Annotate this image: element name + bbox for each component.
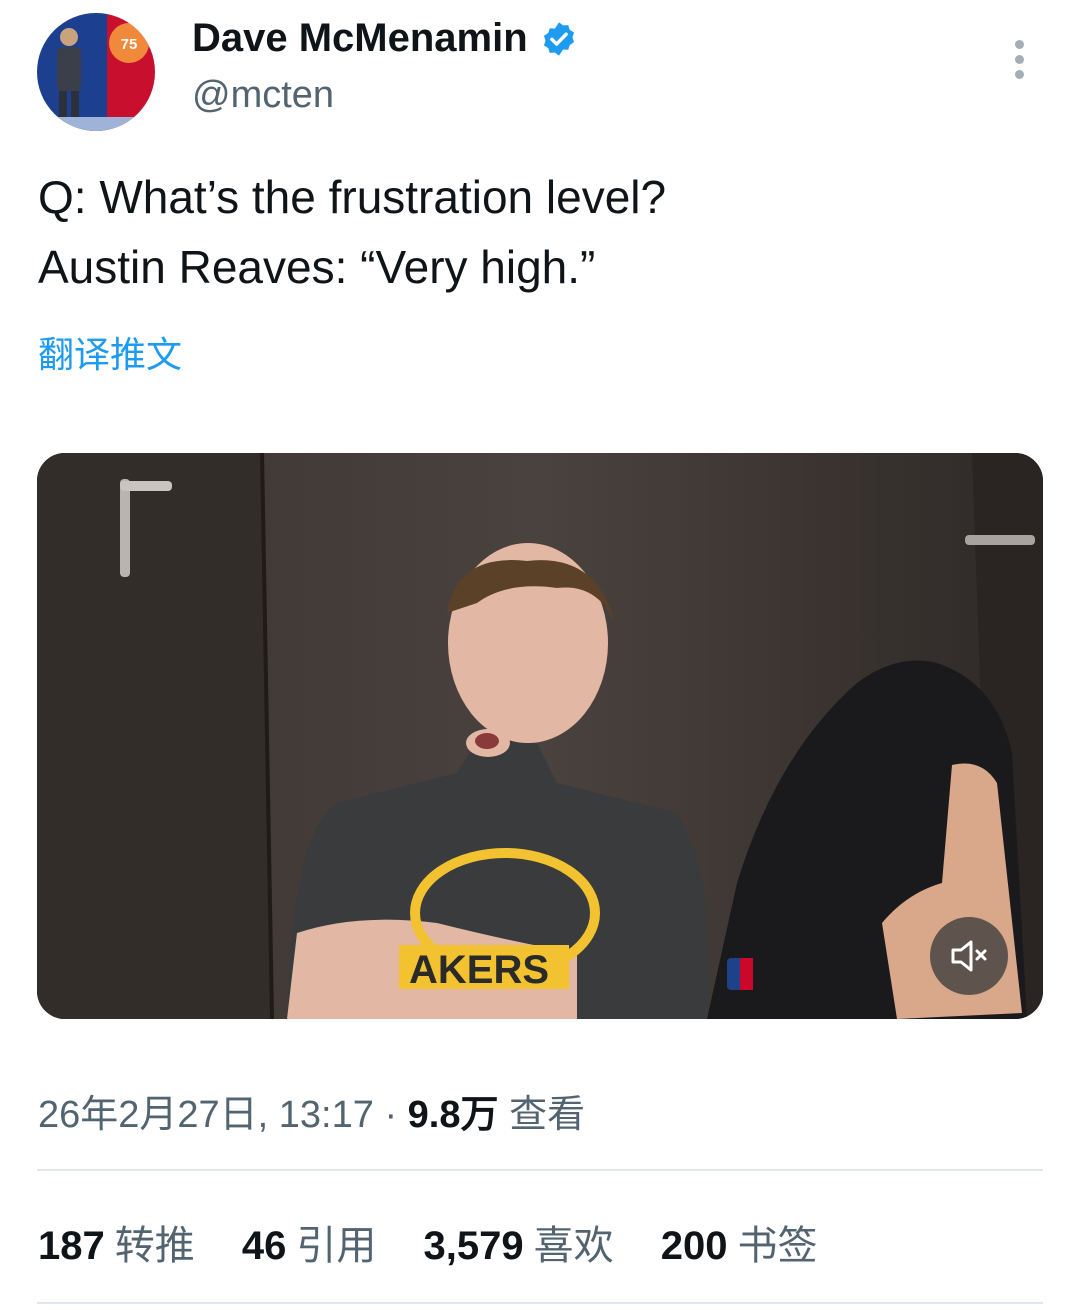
avatar-image: 75 (37, 13, 155, 131)
divider (37, 1169, 1043, 1171)
tweet-text-line: Austin Reaves: “Very high.” (38, 241, 596, 293)
author-handle[interactable]: @mcten (192, 74, 334, 117)
bookmarks-label: 书签 (737, 1224, 818, 1268)
author-display-name[interactable]: Dave McMenamin (192, 16, 528, 61)
retweets-count: 187 (38, 1224, 105, 1268)
verified-badge-icon (540, 20, 578, 58)
engagement-stats: 187 转推 46 引用 3,579 喜欢 200 书签 (38, 1213, 853, 1271)
more-options-icon[interactable] (1004, 40, 1034, 84)
jersey-text: AKERS (409, 948, 549, 992)
tweet-text-line: Q: What’s the frustration level? (38, 171, 667, 223)
tweet-meta: 26年2月27日, 13:17 · 9.8万 查看 (38, 1083, 585, 1138)
bookmarks-count: 200 (660, 1224, 728, 1268)
likes-count: 3,579 (423, 1224, 524, 1268)
likes-label: 喜欢 (533, 1224, 614, 1268)
tweet-timestamp[interactable]: 26年2月27日, 13:17 (38, 1094, 374, 1136)
retweets-label: 转推 (114, 1224, 195, 1268)
views-count: 9.8万 (407, 1094, 499, 1136)
speaker-muted-icon[interactable] (930, 917, 1008, 995)
video-frame: AKERS (37, 453, 1043, 1019)
avatar[interactable]: 75 (37, 13, 155, 131)
author-name-row[interactable]: Dave McMenamin (192, 16, 578, 61)
meta-separator: · (384, 1094, 398, 1136)
quotes-stat[interactable]: 46 引用 (242, 1213, 377, 1271)
views-label: 查看 (509, 1094, 586, 1136)
translate-tweet-link[interactable]: 翻译推文 (38, 326, 182, 378)
tweet-text: Q: What’s the frustration level? Austin … (38, 162, 666, 302)
likes-stat[interactable]: 3,579 喜欢 (424, 1213, 614, 1271)
quotes-label: 引用 (296, 1224, 377, 1268)
divider (37, 1302, 1043, 1304)
retweets-stat[interactable]: 187 转推 (38, 1213, 195, 1271)
quotes-count: 46 (241, 1224, 287, 1268)
avatar-badge-text: 75 (121, 36, 138, 53)
bookmarks-stat[interactable]: 200 书签 (661, 1213, 818, 1271)
tweet-video[interactable]: AKERS (37, 453, 1043, 1019)
